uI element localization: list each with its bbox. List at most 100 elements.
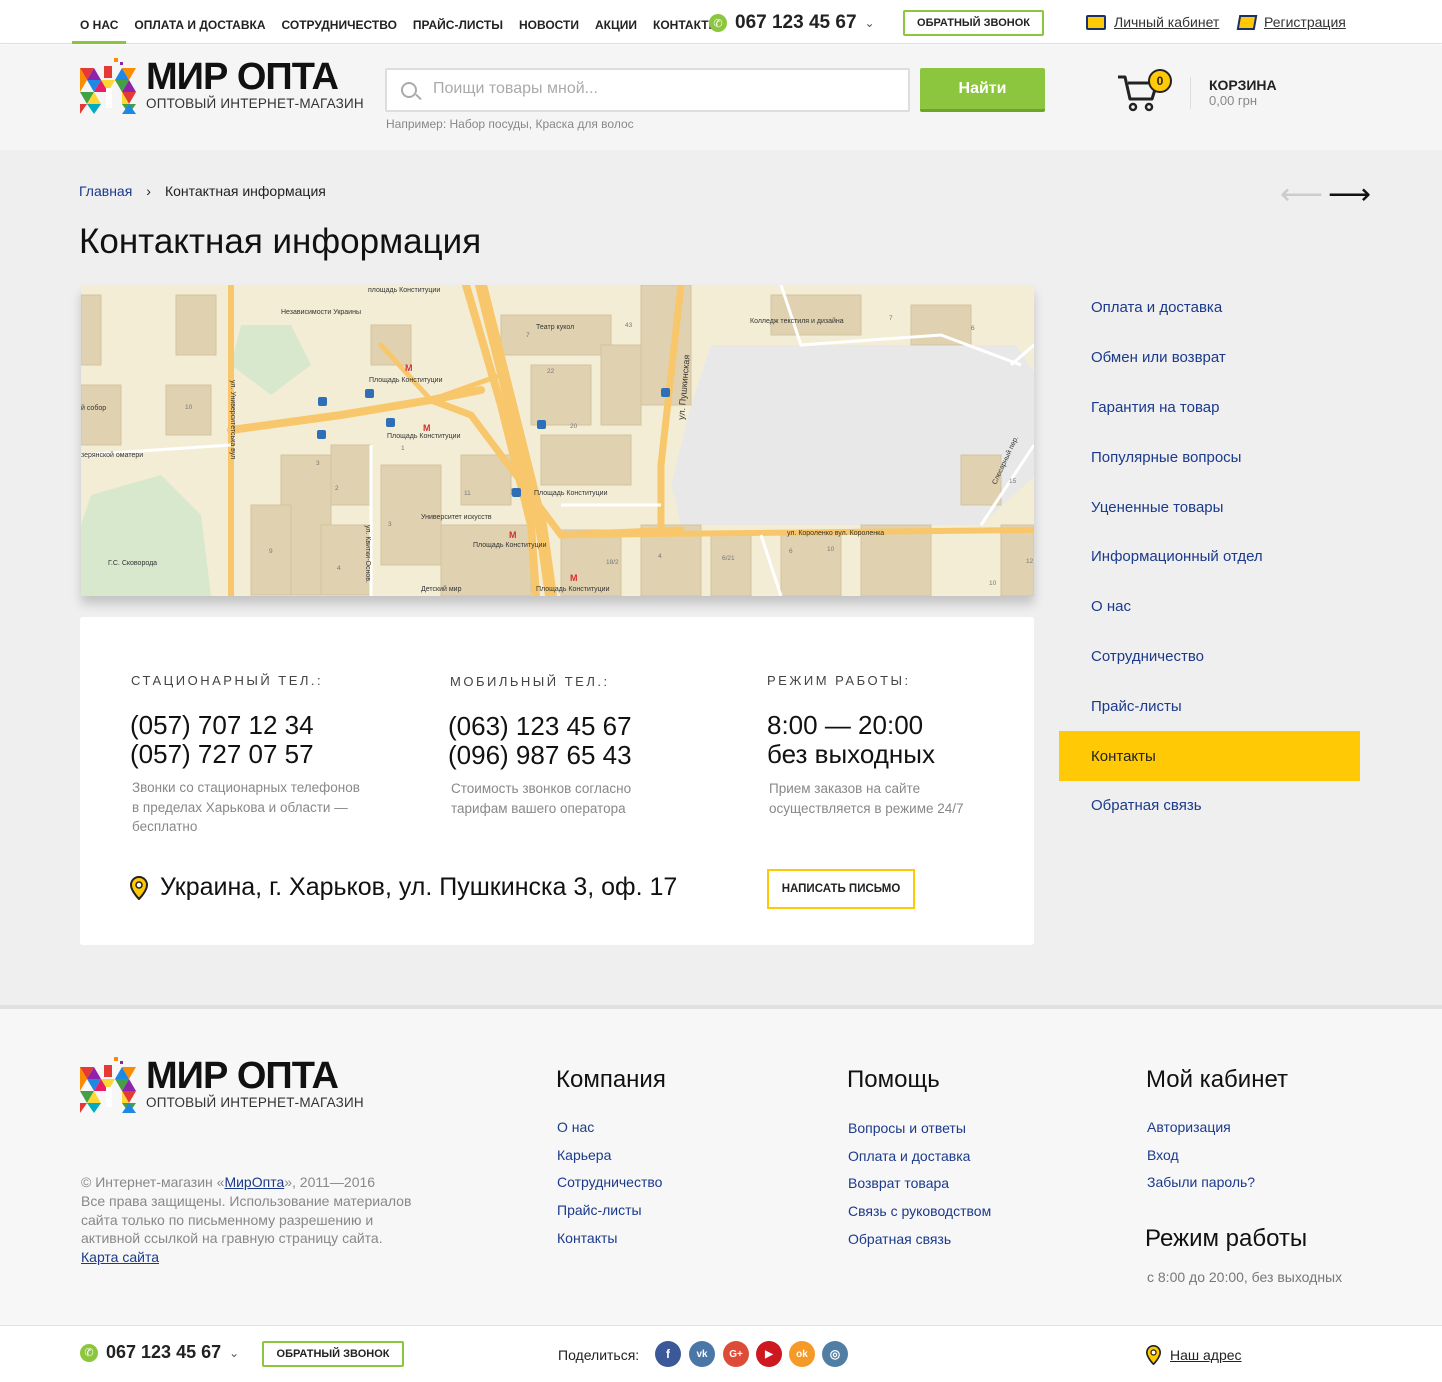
- footer-link[interactable]: Карьера: [557, 1147, 662, 1175]
- footer-link[interactable]: Забыли пароль?: [1147, 1174, 1255, 1202]
- map-label: Г.С. Сковорода: [108, 560, 157, 567]
- top-nav-news[interactable]: НОВОСТИ: [511, 0, 587, 44]
- copyright-prefix: © Интернет-магазин «: [81, 1174, 225, 1190]
- search-example-link[interactable]: Набор посуды: [450, 117, 529, 131]
- sidebar-item-prices[interactable]: Прайс-листы: [1059, 681, 1360, 731]
- map-number: 2: [335, 485, 339, 492]
- svg-text:M: M: [423, 423, 431, 433]
- top-nav-prices[interactable]: ПРАЙС-ЛИСТЫ: [405, 0, 511, 44]
- sidebar-item-warranty[interactable]: Гарантия на товар: [1059, 383, 1360, 433]
- svg-text:M: M: [509, 530, 517, 540]
- footer-logo-text: МИР ОПТА ОПТОВЫЙ ИНТЕРНЕТ-МАГАЗИН: [146, 1057, 364, 1111]
- sidebar-item-about[interactable]: О нас: [1059, 582, 1360, 632]
- svg-text:M: M: [570, 573, 578, 583]
- landline-note-line: бесплатно: [132, 819, 198, 834]
- sidebar-menu: Оплата и доставка Обмен или возврат Гара…: [1059, 283, 1360, 831]
- mobile-phone-2[interactable]: (096) 987 65 43: [448, 741, 632, 770]
- search-example-link[interactable]: Краска для волос: [535, 117, 633, 131]
- phone-icon: ✆: [80, 1343, 98, 1362]
- breadcrumb-home[interactable]: Главная: [79, 183, 132, 199]
- vk-icon[interactable]: vk: [689, 1341, 715, 1367]
- logo[interactable]: МИР ОПТА ОПТОВЫЙ ИНТЕРНЕТ-МАГАЗИН: [80, 58, 364, 114]
- account-link-label: Личный кабинет: [1114, 14, 1220, 30]
- landline-phone-2[interactable]: (057) 727 07 57: [130, 740, 314, 769]
- top-nav-cooperation[interactable]: СОТРУДНИЧЕСТВО: [274, 0, 405, 44]
- footer-link[interactable]: Обратная связь: [848, 1231, 991, 1259]
- landline-note-line: в пределах Харькова и области —: [132, 799, 348, 815]
- arrow-left-icon[interactable]: ⟵: [1280, 180, 1323, 210]
- footer-cabinet-heading: Мой кабинет: [1146, 1066, 1289, 1093]
- instagram-icon[interactable]: ◎: [822, 1341, 848, 1367]
- facebook-icon[interactable]: f: [655, 1341, 681, 1367]
- youtube-icon[interactable]: ▶: [756, 1341, 782, 1367]
- landline-phone-1[interactable]: (057) 707 12 34: [130, 711, 314, 740]
- odnoklassniki-icon[interactable]: ok: [789, 1341, 815, 1367]
- map-canvas: M M M M M площадь Конституции Независимо…: [81, 285, 1034, 596]
- cart-title[interactable]: КОРЗИНА: [1209, 77, 1277, 93]
- top-nav-payment[interactable]: ОПЛАТА И ДОСТАВКА: [126, 0, 273, 44]
- footer-link[interactable]: Связь с руководством: [848, 1203, 991, 1231]
- callback-button[interactable]: ОБРАТНЫЙ ЗВОНОК: [903, 10, 1044, 36]
- sidebar-item-cooperation[interactable]: Сотрудничество: [1059, 632, 1360, 682]
- breadcrumb-current: Контактная информация: [164, 183, 326, 199]
- search-input[interactable]: [433, 80, 893, 98]
- sitemap-link[interactable]: Карта сайта: [81, 1249, 159, 1265]
- footer-link[interactable]: Контакты: [557, 1230, 662, 1258]
- footer-logo[interactable]: МИР ОПТА ОПТОВЫЙ ИНТЕРНЕТ-МАГАЗИН: [80, 1057, 364, 1113]
- footer-callback-button[interactable]: ОБРАТНЫЙ ЗВОНОК: [262, 1341, 404, 1367]
- register-link-label: Регистрация: [1264, 14, 1346, 30]
- header-phone[interactable]: ✆ 067 123 45 67 ⌄: [709, 12, 875, 34]
- footer-phone[interactable]: ✆ 067 123 45 67 ⌄: [80, 1342, 239, 1363]
- map-number: 10: [989, 580, 997, 587]
- top-nav-about[interactable]: О НАС: [72, 0, 127, 44]
- mobile-phone-1[interactable]: (063) 123 45 67: [448, 712, 632, 741]
- map-label: Театр кукол: [536, 324, 574, 331]
- footer-phone-number: 067 123 45 67: [106, 1342, 222, 1362]
- footer-cabinet-links: Авторизация Вход Забыли пароль?: [1147, 1119, 1255, 1202]
- landline-heading: СТАЦИОНАРНЫЙ ТЕЛ.:: [131, 673, 324, 688]
- sidebar-item-payment[interactable]: Оплата и доставка: [1059, 283, 1360, 333]
- sidebar-item-faq[interactable]: Популярные вопросы: [1059, 432, 1360, 482]
- logo-subtitle: ОПТОВЫЙ ИНТЕРНЕТ-МАГАЗИН: [146, 96, 364, 111]
- site-header: МИР ОПТА ОПТОВЫЙ ИНТЕРНЕТ-МАГАЗИН Найти …: [0, 45, 1442, 150]
- write-letter-button[interactable]: НАПИСАТЬ ПИСЬМО: [767, 869, 915, 909]
- map[interactable]: M M M M M площадь Конституции Независимо…: [81, 285, 1034, 596]
- mobile-note: Стоимость звонков согласно тарифам вашег…: [451, 779, 631, 818]
- search-button[interactable]: Найти: [920, 68, 1045, 112]
- map-number: 1: [401, 445, 405, 452]
- sidebar-item-info[interactable]: Информационный отдел: [1059, 532, 1360, 582]
- google-plus-icon[interactable]: G+: [723, 1341, 749, 1367]
- copyright-line: © Интернет-магазин «МирОпта», 2011—2016: [81, 1173, 426, 1192]
- copyright-link[interactable]: МирОпта: [224, 1174, 284, 1190]
- mobile-note-line: тарифам вашего оператора: [451, 800, 626, 816]
- register-link[interactable]: Регистрация: [1236, 14, 1346, 30]
- top-nav-promos[interactable]: АКЦИИ: [587, 0, 645, 44]
- bottom-bar: ✆ 067 123 45 67 ⌄ ОБРАТНЫЙ ЗВОНОК Подели…: [0, 1325, 1442, 1382]
- map-number: 3: [388, 521, 392, 528]
- chevron-down-icon: ⌄: [229, 1345, 240, 1360]
- map-label: зерянской оматери: [81, 451, 143, 459]
- account-link[interactable]: Личный кабинет: [1086, 14, 1219, 30]
- map-number: 7: [889, 315, 893, 322]
- sidebar-item-exchange[interactable]: Обмен или возврат: [1059, 333, 1360, 383]
- footer-link[interactable]: Возврат товара: [848, 1175, 991, 1203]
- sidebar-item-discounted[interactable]: Уцененные товары: [1059, 482, 1360, 532]
- edit-icon: [1236, 14, 1258, 30]
- map-number: 4: [337, 565, 341, 572]
- arrow-right-icon[interactable]: ⟶: [1328, 180, 1371, 210]
- footer-link[interactable]: Вход: [1147, 1147, 1255, 1175]
- footer-link[interactable]: Оплата и доставка: [848, 1148, 991, 1176]
- map-label: Независимости Украины: [281, 309, 361, 316]
- breadcrumb: Главная › Контактная информация: [79, 183, 326, 199]
- our-address-link[interactable]: Наш адрес: [1146, 1345, 1242, 1365]
- location-pin-icon: [1146, 1345, 1161, 1365]
- map-label: й собор: [81, 404, 106, 412]
- sidebar-item-feedback[interactable]: Обратная связь: [1059, 781, 1360, 831]
- footer-link[interactable]: О нас: [557, 1119, 662, 1147]
- footer-link[interactable]: Сотрудничество: [557, 1174, 662, 1202]
- footer-link[interactable]: Авторизация: [1147, 1119, 1255, 1147]
- footer-link[interactable]: Прайс-листы: [557, 1202, 662, 1230]
- sidebar-item-contacts[interactable]: Контакты: [1059, 731, 1360, 781]
- footer-link[interactable]: Вопросы и ответы: [848, 1120, 991, 1148]
- search-icon: [401, 82, 417, 98]
